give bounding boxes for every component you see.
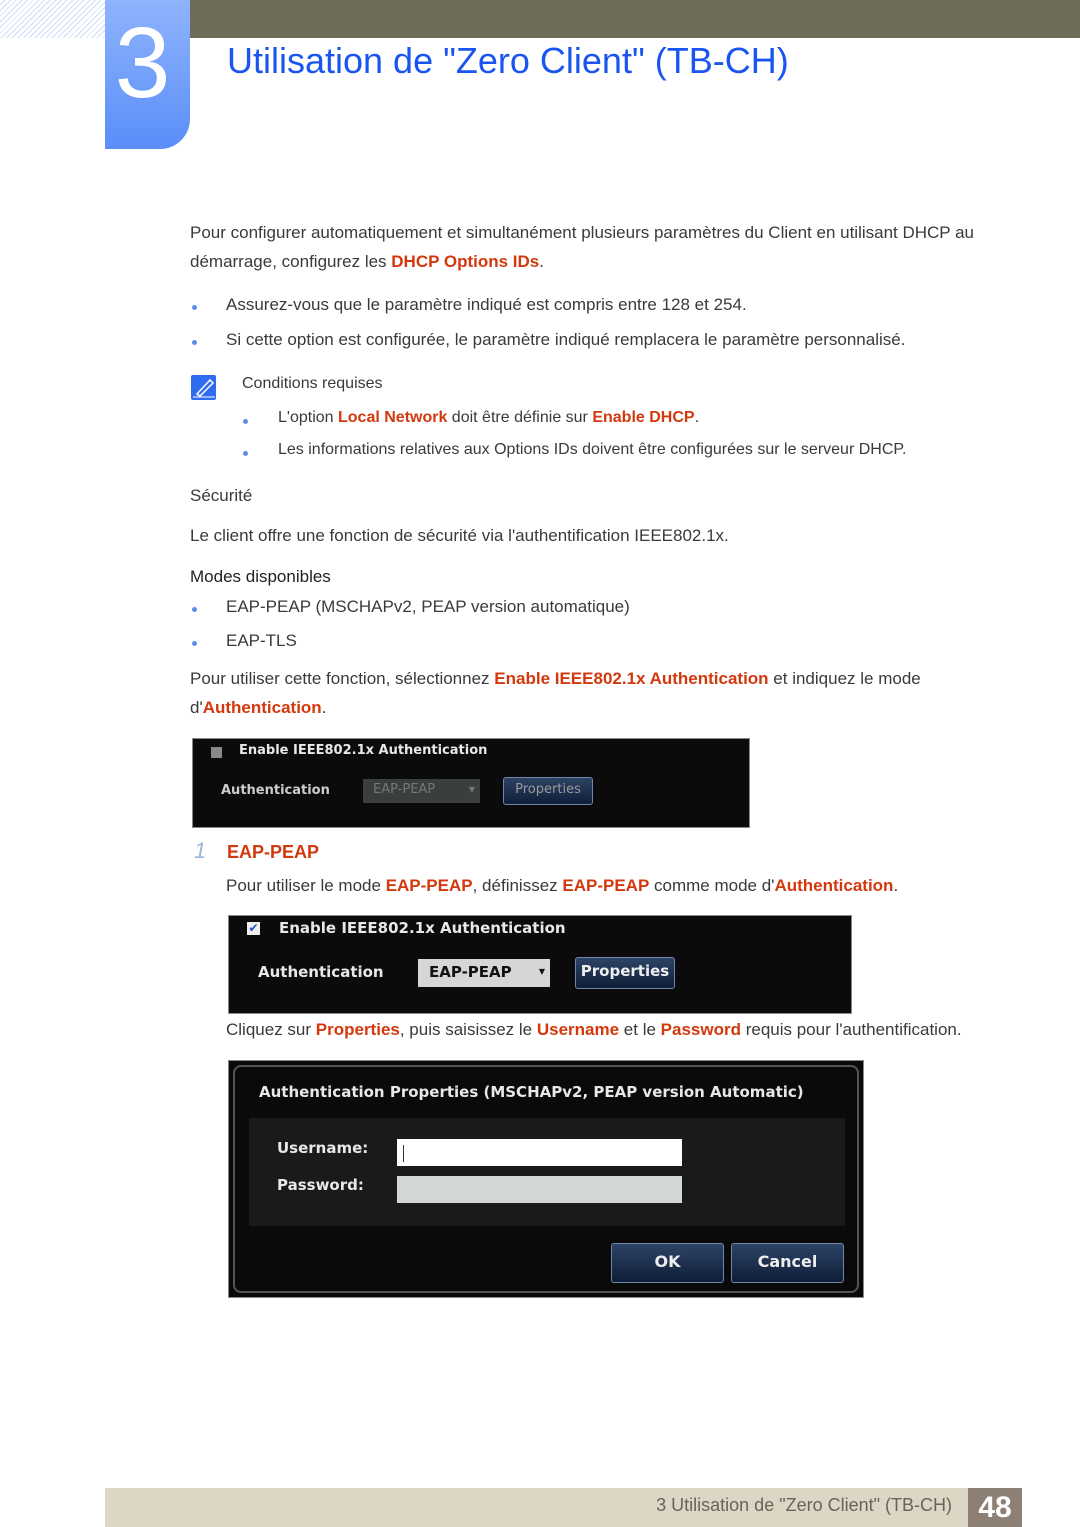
auth-select[interactable]: EAP-PEAP ▼ <box>363 779 480 803</box>
intro-line: démarrage, configurez les DHCP Options I… <box>190 247 974 276</box>
section-heading: Sécurité <box>190 486 253 505</box>
text: doit être définie sur <box>447 409 593 426</box>
list-item: EAP-PEAP (MSCHAPv2, PEAP version automat… <box>226 597 630 616</box>
text: requis pour l'authentification. <box>740 1020 962 1039</box>
emphasis: Local Network <box>338 409 448 426</box>
emphasis: Authentication <box>202 698 322 717</box>
emphasis: EAP-PEAP <box>385 876 473 895</box>
screenshot-enabled-auth: ✔ Enable IEEE802.1x Authentication Authe… <box>228 915 852 1014</box>
page: 3 Utilisation de "Zero Client" (TB-CH) P… <box>0 0 1080 1527</box>
subheading: Modes disponibles <box>190 567 331 586</box>
dialog-form-panel: Username: Password: <box>249 1118 845 1226</box>
text: , puis saisissez le <box>399 1020 537 1039</box>
select-value: EAP-PEAP <box>429 963 512 981</box>
text-cursor <box>403 1145 404 1162</box>
paragraph: Cliquez sur Properties, puis saisissez l… <box>226 1015 962 1044</box>
text: , définissez <box>472 876 563 895</box>
footer-chapter-title: 3 Utilisation de "Zero Client" (TB-CH) <box>656 1495 952 1515</box>
auth-label: Authentication <box>221 783 330 798</box>
top-bar <box>190 0 1080 38</box>
chevron-down-icon: ▼ <box>538 967 545 976</box>
text: Pour utiliser cette fonction, sélectionn… <box>190 669 495 688</box>
password-input[interactable] <box>397 1176 682 1203</box>
emphasis: Password <box>660 1020 741 1039</box>
list-item: EAP-TLS <box>226 631 297 650</box>
chevron-down-icon: ▼ <box>468 785 475 794</box>
note-title: Conditions requises <box>242 375 383 392</box>
list-item: L'option Local Network doit être définie… <box>278 403 699 432</box>
text: . <box>694 409 700 426</box>
auth-select[interactable]: EAP-PEAP ▼ <box>418 959 550 987</box>
note-pencil-icon <box>191 375 216 400</box>
intro-paragraph: Pour configurer automatiquement et simul… <box>190 218 974 276</box>
auth-label: Authentication <box>258 963 384 981</box>
username-input[interactable] <box>397 1139 682 1166</box>
properties-button[interactable]: Properties <box>503 777 593 805</box>
text: . <box>321 698 327 717</box>
text: Cliquez sur <box>226 1020 316 1039</box>
screenshot-disabled-auth: Enable IEEE802.1x Authentication Authent… <box>192 738 750 828</box>
cancel-button[interactable]: Cancel <box>731 1243 844 1283</box>
emphasis: Username <box>536 1020 620 1039</box>
text: Pour utiliser le mode <box>226 876 386 895</box>
chapter-number: 3 <box>114 7 171 119</box>
password-label: Password: <box>277 1176 364 1194</box>
select-value: EAP-PEAP <box>373 782 436 797</box>
step-number: 1 <box>194 838 207 863</box>
emphasis: Properties <box>315 1020 400 1039</box>
dialog-title: Authentication Properties (MSCHAPv2, PEA… <box>259 1083 804 1101</box>
emphasis: EAP-PEAP <box>562 876 650 895</box>
text: . <box>539 252 544 271</box>
text: comme mode d' <box>649 876 775 895</box>
bullet <box>192 607 197 612</box>
bullet <box>192 340 197 345</box>
text: L'option <box>278 409 338 426</box>
bullet <box>243 451 248 456</box>
list-item: Assurez-vous que le paramètre indiqué es… <box>226 295 747 314</box>
paragraph: Pour utiliser le mode EAP-PEAP, définiss… <box>226 871 898 900</box>
page-title: Utilisation de "Zero Client" (TB-CH) <box>227 40 789 81</box>
emphasis: Enable DHCP <box>592 409 695 426</box>
emphasis: Authentication <box>774 876 894 895</box>
decorative-hatch <box>0 0 105 38</box>
checkbox-checked-icon[interactable]: ✔ <box>247 922 260 935</box>
ok-button[interactable]: OK <box>611 1243 724 1283</box>
checkbox-label: Enable IEEE802.1x Authentication <box>239 743 488 758</box>
username-label: Username: <box>277 1139 369 1157</box>
text: d' <box>190 698 203 717</box>
intro-line: Pour configurer automatiquement et simul… <box>190 223 974 242</box>
bullet <box>192 305 197 310</box>
bullet <box>243 419 248 424</box>
text: et indiquez le mode <box>768 669 921 688</box>
properties-button[interactable]: Properties <box>575 957 675 989</box>
bullet <box>192 641 197 646</box>
list-item: Les informations relatives aux Options I… <box>278 441 907 458</box>
text: démarrage, configurez les <box>190 252 392 271</box>
page-number: 48 <box>968 1488 1022 1527</box>
step-title: EAP-PEAP <box>227 842 320 862</box>
list-item: Si cette option est configurée, le param… <box>226 330 906 349</box>
checkbox[interactable] <box>211 747 222 758</box>
auth-properties-dialog: Authentication Properties (MSCHAPv2, PEA… <box>228 1060 864 1298</box>
text: . <box>893 876 899 895</box>
paragraph: Le client offre une fonction de sécurité… <box>190 526 729 545</box>
emphasis: DHCP Options IDs <box>391 252 540 271</box>
paragraph: Pour utiliser cette fonction, sélectionn… <box>190 664 921 722</box>
emphasis: Enable IEEE802.1x Authentication <box>494 669 769 688</box>
text: et le <box>619 1020 661 1039</box>
checkbox-label: Enable IEEE802.1x Authentication <box>279 919 566 937</box>
